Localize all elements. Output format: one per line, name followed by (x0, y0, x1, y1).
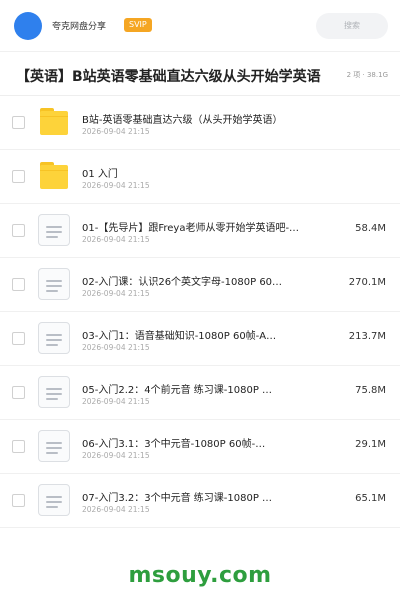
row-checkbox[interactable] (12, 224, 25, 237)
page-title: 【英语】B站英语零基础直达六级从头开始学英语 (16, 69, 321, 85)
file-name[interactable]: 01-【先导片】跟Freya老师从零开始学英语吧-… (82, 219, 299, 234)
document-icon (38, 484, 70, 516)
file-date: 2026-09-04 21:15 (82, 235, 150, 244)
folder-icon (38, 160, 70, 192)
list-item[interactable]: B站-英语零基础直达六级（从头开始学英语） 2026-09-04 21:15 (0, 96, 400, 150)
file-date: 2026-09-04 21:15 (82, 451, 150, 460)
file-size: 270.1M (348, 277, 386, 288)
file-date: 2026-09-04 21:15 (82, 343, 150, 352)
folder-icon (38, 106, 70, 138)
row-checkbox[interactable] (12, 116, 25, 129)
row-checkbox[interactable] (12, 332, 25, 345)
document-icon (38, 376, 70, 408)
file-size: 58.4M (355, 223, 386, 234)
file-size: 75.8M (355, 385, 386, 396)
search-input[interactable]: 搜索 (316, 13, 388, 39)
file-size: 29.1M (355, 439, 386, 450)
vip-badge: SVIP (124, 18, 152, 32)
file-size: 213.7M (348, 331, 386, 342)
file-name[interactable]: 02-入门课：认识26个英文字母-1080P 60… (82, 273, 282, 288)
file-size: 65.1M (355, 493, 386, 504)
file-date: 2026-09-04 21:15 (82, 289, 150, 298)
file-name[interactable]: B站-英语零基础直达六级（从头开始学英语） (82, 111, 282, 126)
folder-meta: 2 项 · 38.1G (344, 70, 388, 80)
list-item[interactable]: 01 入门 2026-09-04 21:15 (0, 150, 400, 204)
document-icon (38, 322, 70, 354)
row-checkbox[interactable] (12, 494, 25, 507)
file-date: 2026-09-04 21:15 (82, 127, 150, 136)
file-date: 2026-09-04 21:15 (82, 397, 150, 406)
document-icon (38, 268, 70, 300)
list-item[interactable]: 01-【先导片】跟Freya老师从零开始学英语吧-… 2026-09-04 21:… (0, 204, 400, 258)
list-item[interactable]: 02-入门课：认识26个英文字母-1080P 60… 2026-09-04 21:… (0, 258, 400, 312)
file-date: 2026-09-04 21:15 (82, 181, 150, 190)
document-icon (38, 214, 70, 246)
file-name[interactable]: 01 入门 (82, 165, 118, 180)
top-bar: 夸克网盘分享 SVIP 搜索 (0, 0, 400, 52)
folder-header: 【英语】B站英语零基础直达六级从头开始学英语 2 项 · 38.1G (0, 52, 400, 96)
watermark: msouy.com (128, 563, 272, 588)
file-name[interactable]: 06-入门3.1：3个中元音-1080P 60帧-… (82, 435, 265, 450)
list-item[interactable]: 03-入门1：语音基础知识-1080P 60帧-A… 2026-09-04 21:… (0, 312, 400, 366)
row-checkbox[interactable] (12, 278, 25, 291)
username: 夸克网盘分享 (52, 22, 107, 32)
row-checkbox[interactable] (12, 386, 25, 399)
avatar[interactable] (14, 12, 42, 40)
document-icon (38, 430, 70, 462)
list-item[interactable]: 05-入门2.2：4个前元音 练习课-1080P … 2026-09-04 21:… (0, 366, 400, 420)
file-name[interactable]: 03-入门1：语音基础知识-1080P 60帧-A… (82, 327, 276, 342)
row-checkbox[interactable] (12, 170, 25, 183)
file-name[interactable]: 07-入门3.2：3个中元音 练习课-1080P … (82, 489, 272, 504)
list-item[interactable]: 07-入门3.2：3个中元音 练习课-1080P … 2026-09-04 21:… (0, 474, 400, 528)
row-checkbox[interactable] (12, 440, 25, 453)
file-date: 2026-09-04 21:15 (82, 505, 150, 514)
file-name[interactable]: 05-入门2.2：4个前元音 练习课-1080P … (82, 381, 272, 396)
list-item[interactable]: 06-入门3.1：3个中元音-1080P 60帧-… 2026-09-04 21:… (0, 420, 400, 474)
file-list: B站-英语零基础直达六级（从头开始学英语） 2026-09-04 21:15 01 … (0, 96, 400, 528)
